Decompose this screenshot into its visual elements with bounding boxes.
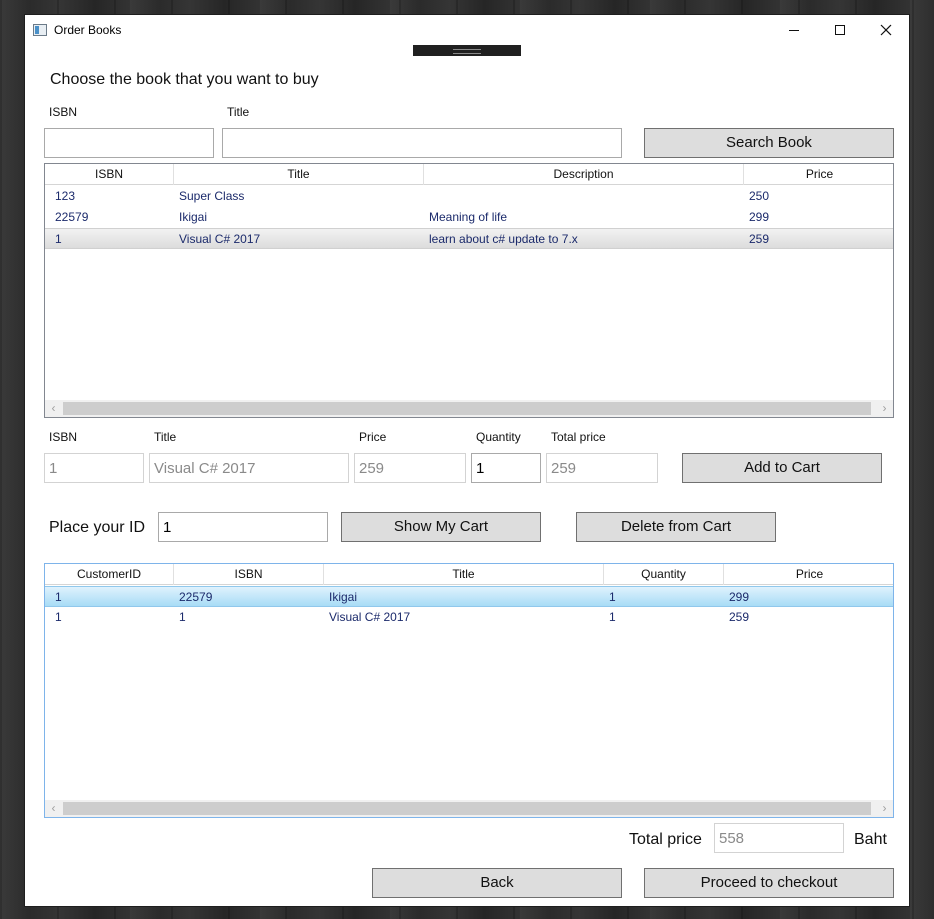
cart-grid-header: CustomerID ISBN Title Quantity Price <box>45 564 893 585</box>
cart-price-cell: 259 <box>729 610 750 624</box>
book-title-cell: Ikigai <box>179 210 208 224</box>
detail-total-label: Total price <box>551 430 606 444</box>
cart-row-selected[interactable]: 1 22579 Ikigai 1 299 <box>45 586 893 607</box>
back-button[interactable]: Back <box>372 868 622 898</box>
scroll-right-icon[interactable]: › <box>876 400 893 417</box>
book-row-selected[interactable]: 1 Visual C# 2017 learn about c# update t… <box>45 228 893 249</box>
detail-isbn-label: ISBN <box>49 430 78 444</box>
book-row[interactable]: 123 Super Class 250 <box>45 186 893 207</box>
column-header-isbn[interactable]: ISBN <box>174 564 324 585</box>
column-header-description[interactable]: Description <box>424 164 744 185</box>
book-price-cell: 250 <box>749 189 770 203</box>
minimize-icon <box>789 30 799 31</box>
book-isbn-cell: 22579 <box>55 210 89 224</box>
scroll-left-icon[interactable]: ‹ <box>45 800 62 817</box>
detail-total-field <box>546 453 658 483</box>
maximize-button[interactable] <box>817 15 863 45</box>
column-header-customer-id[interactable]: CustomerID <box>45 564 174 585</box>
detail-isbn-field <box>44 453 144 483</box>
maximize-icon <box>835 25 845 35</box>
title-bar[interactable]: Order Books <box>25 15 909 45</box>
currency-label: Baht <box>854 831 887 848</box>
show-my-cart-button[interactable]: Show My Cart <box>341 512 541 542</box>
cart-customer-id-cell: 1 <box>55 610 62 624</box>
detail-title-label: Title <box>154 430 177 444</box>
quantity-input[interactable] <box>471 453 541 483</box>
column-header-title[interactable]: Title <box>324 564 604 585</box>
cart-customer-id-cell: 1 <box>55 590 62 604</box>
book-isbn-cell: 1 <box>55 232 62 246</box>
delete-from-cart-button[interactable]: Delete from Cart <box>576 512 776 542</box>
scroll-thumb[interactable] <box>63 802 871 815</box>
minimize-button[interactable] <box>771 15 817 45</box>
column-header-title[interactable]: Title <box>174 164 424 185</box>
search-isbn-label: ISBN <box>49 105 78 119</box>
scroll-thumb[interactable] <box>63 402 871 415</box>
column-header-price[interactable]: Price <box>724 564 893 585</box>
books-horizontal-scrollbar[interactable]: ‹ › <box>45 400 893 417</box>
book-price-cell: 299 <box>749 210 770 224</box>
cart-quantity-cell: 1 <box>609 610 616 624</box>
close-icon <box>880 24 892 36</box>
detail-price-field <box>354 453 466 483</box>
book-title-cell: Visual C# 2017 <box>179 232 261 246</box>
cart-row[interactable]: 1 1 Visual C# 2017 1 259 <box>45 607 893 628</box>
cart-title-cell: Visual C# 2017 <box>329 610 411 624</box>
drag-handle[interactable] <box>413 45 521 56</box>
cart-horizontal-scrollbar[interactable]: ‹ › <box>45 800 893 817</box>
app-icon <box>33 24 47 36</box>
customer-id-input[interactable] <box>158 512 328 542</box>
books-grid-header: ISBN Title Description Price <box>45 164 893 185</box>
cart-price-cell: 299 <box>729 590 750 604</box>
book-price-cell: 259 <box>749 232 770 246</box>
search-title-label: Title <box>227 105 250 119</box>
detail-quantity-label: Quantity <box>476 430 521 444</box>
cart-isbn-cell: 1 <box>179 610 186 624</box>
proceed-to-checkout-button[interactable]: Proceed to checkout <box>644 868 894 898</box>
page-heading: Choose the book that you want to buy <box>50 71 319 88</box>
add-to-cart-button[interactable]: Add to Cart <box>682 453 882 483</box>
cart-grid[interactable]: CustomerID ISBN Title Quantity Price 1 2… <box>44 563 894 818</box>
book-title-cell: Super Class <box>179 189 245 203</box>
book-description-cell: learn about c# update to 7.x <box>429 232 578 246</box>
search-isbn-input[interactable] <box>44 128 214 158</box>
book-description-cell: Meaning of life <box>429 210 508 224</box>
customer-id-label: Place your ID <box>49 519 146 536</box>
footer-total-field <box>714 823 844 853</box>
order-books-window: Order Books Choose the book that you wan… <box>24 14 910 907</box>
cart-title-cell: Ikigai <box>329 590 358 604</box>
column-header-price[interactable]: Price <box>744 164 893 185</box>
book-isbn-cell: 123 <box>55 189 76 203</box>
detail-price-label: Price <box>359 430 387 444</box>
column-header-quantity[interactable]: Quantity <box>604 564 724 585</box>
search-book-button[interactable]: Search Book <box>644 128 894 158</box>
book-row[interactable]: 22579 Ikigai Meaning of life 299 <box>45 207 893 228</box>
scroll-left-icon[interactable]: ‹ <box>45 400 62 417</box>
detail-title-field <box>149 453 349 483</box>
search-title-input[interactable] <box>222 128 622 158</box>
cart-quantity-cell: 1 <box>609 590 616 604</box>
footer-total-label: Total price <box>629 831 702 848</box>
column-header-isbn[interactable]: ISBN <box>45 164 174 185</box>
books-grid[interactable]: ISBN Title Description Price 123 Super C… <box>44 163 894 418</box>
cart-isbn-cell: 22579 <box>179 590 213 604</box>
window-title: Order Books <box>54 23 122 37</box>
scroll-right-icon[interactable]: › <box>876 800 893 817</box>
close-button[interactable] <box>863 15 909 45</box>
